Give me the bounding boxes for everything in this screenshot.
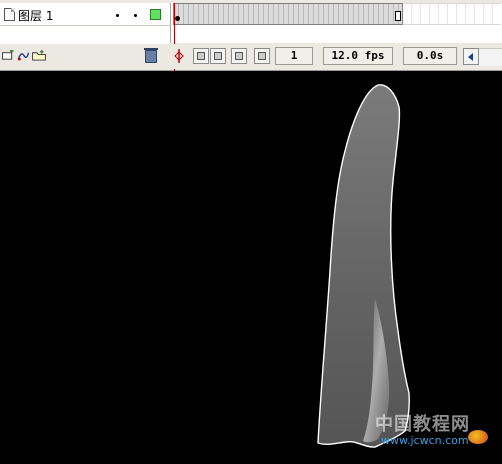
insert-layer-folder-icon[interactable] [31, 50, 47, 61]
visibility-dot-icon[interactable] [116, 14, 119, 17]
watermark: 中国教程网 www.jcwcn.com [375, 410, 495, 460]
center-frame-icon[interactable] [174, 49, 184, 63]
layer-row[interactable]: 图层 1 [0, 3, 170, 26]
timeline-panel: 图层 1 1 12.0 fps 0.0s [0, 0, 502, 72]
drawn-shape[interactable] [317, 84, 410, 448]
watermark-url: www.jcwcn.com [381, 434, 469, 447]
end-keyframe-marker[interactable] [395, 11, 401, 21]
onion-skin-outlines-icon[interactable] [210, 48, 226, 64]
layer-list-empty-area [0, 26, 170, 44]
scroll-left-arrow-icon[interactable] [463, 48, 479, 65]
keyframe-dot-icon [175, 16, 180, 21]
add-motion-guide-icon[interactable] [16, 50, 30, 61]
frame-area[interactable] [170, 3, 502, 72]
frame-rate-field[interactable]: 12.0 fps [323, 47, 393, 65]
outline-color-box[interactable] [150, 9, 161, 20]
watermark-title: 中国教程网 [375, 414, 470, 435]
frame-span[interactable] [173, 3, 403, 25]
delete-layer-icon[interactable] [144, 48, 158, 63]
stage-canvas [317, 84, 410, 448]
onion-skin-icon[interactable] [193, 48, 209, 64]
stage[interactable] [0, 71, 502, 464]
horizontal-scrollbar[interactable] [479, 48, 502, 66]
edit-multiple-frames-icon[interactable] [231, 48, 247, 64]
add-layer-icon[interactable] [1, 50, 15, 61]
current-frame-field: 1 [275, 47, 313, 65]
lock-dot-icon[interactable] [134, 14, 137, 17]
layer-name[interactable]: 图层 1 [18, 7, 53, 24]
watermark-logo-icon [468, 430, 488, 444]
empty-frames[interactable] [403, 3, 501, 25]
timeline-toolbar: 1 12.0 fps 0.0s [0, 44, 502, 69]
layer-page-icon [4, 8, 15, 21]
elapsed-time-field: 0.0s [403, 47, 457, 65]
modify-onion-markers-icon[interactable] [254, 48, 270, 64]
